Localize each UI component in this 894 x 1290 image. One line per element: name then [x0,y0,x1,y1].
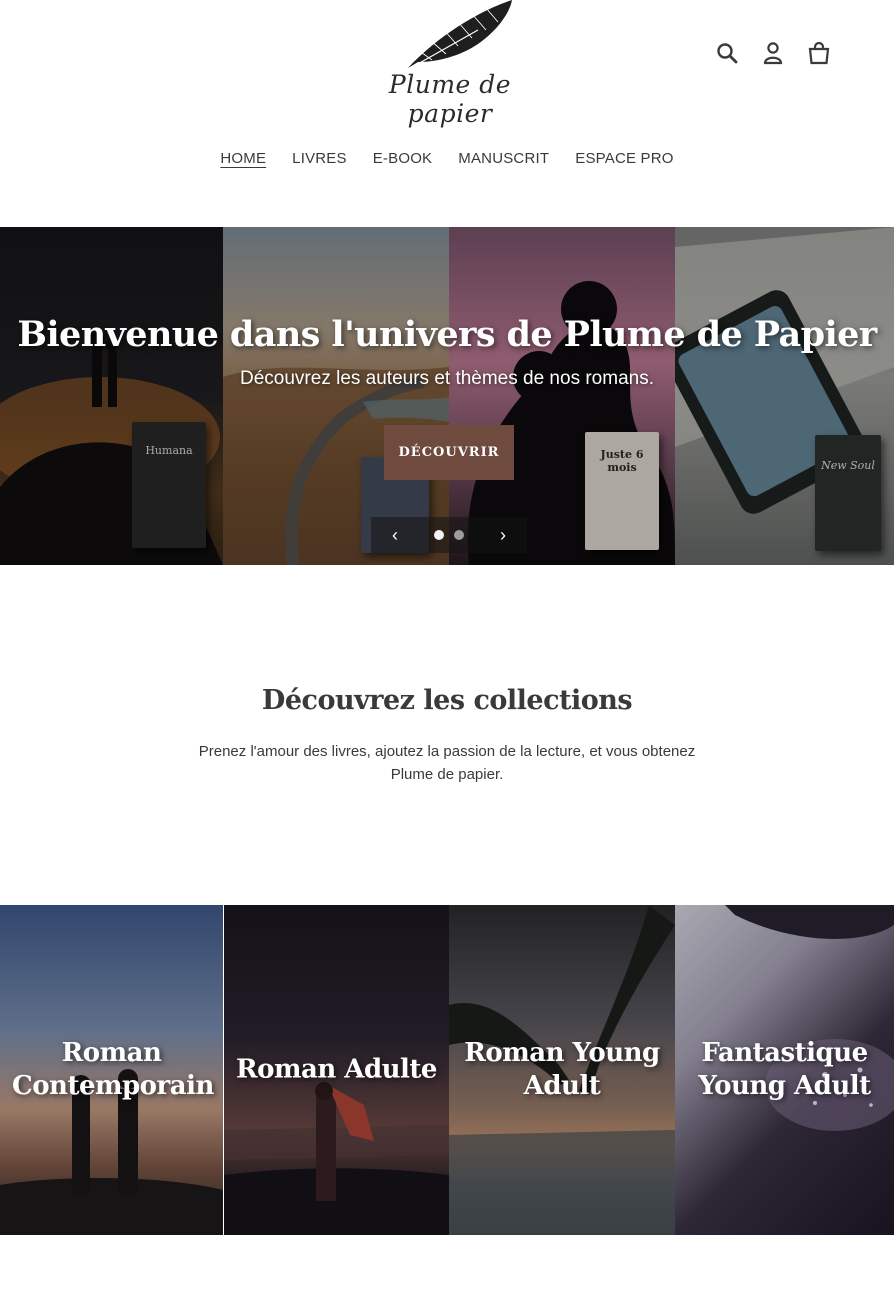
collection-tiles: Roman Contemporain Roman Adulte Roman Yo… [0,905,894,1235]
site-header: Plume de papier HOME LIVRES E-BOOK MANUS… [0,0,894,226]
site-logo[interactable]: Plume de papier [360,0,540,128]
chevron-left-icon[interactable]: ‹ [385,525,405,546]
hero-subtitle: Découvrez les auteurs et thèmes de nos r… [240,368,654,389]
search-icon[interactable] [714,36,740,70]
slide-dot[interactable] [434,530,444,540]
feather-icon [402,0,512,72]
logo-text: Plume de papier [388,70,512,128]
header-icons [714,36,832,70]
collection-label: Fantastique Young Adult [698,1038,871,1101]
collection-label: Roman Contemporain [12,1038,214,1101]
hero-slideshow: Humana Juste 6 mois New Soul Bienvenue d… [0,227,894,565]
discover-button[interactable]: DÉCOUVRIR [384,425,514,480]
account-icon[interactable] [760,36,786,70]
hero-overlay [0,227,894,565]
slide-dots [434,530,464,540]
slideshow-controls: ‹ › [371,517,527,553]
collection-tile-roman-young-adult[interactable]: Roman Young Adult [449,905,675,1235]
collection-label: Roman Adulte [236,1054,437,1085]
nav-item-espace-pro[interactable]: ESPACE PRO [575,150,673,167]
nav-item-manuscrit[interactable]: MANUSCRIT [458,150,549,167]
main-nav: HOME LIVRES E-BOOK MANUSCRIT ESPACE PRO [0,150,894,167]
nav-item-home[interactable]: HOME [220,150,266,167]
collection-label: Roman Young Adult [464,1038,660,1101]
chevron-right-icon[interactable]: › [493,525,513,546]
collections-title: Découvrez les collections [261,685,633,716]
nav-item-ebook[interactable]: E-BOOK [373,150,433,167]
hero-title: Bienvenue dans l'univers de Plume de Pap… [17,314,877,355]
collections-description: Prenez l'amour des livres, ajoutez la pa… [198,743,696,783]
collection-tile-fantastique-young-adult[interactable]: Fantastique Young Adult [675,905,894,1235]
cart-icon[interactable] [806,36,832,70]
slide-dot[interactable] [454,530,464,540]
nav-item-livres[interactable]: LIVRES [292,150,347,167]
collection-tile-roman-contemporain[interactable]: Roman Contemporain [0,905,223,1235]
collection-tile-roman-adulte[interactable]: Roman Adulte [224,905,449,1235]
